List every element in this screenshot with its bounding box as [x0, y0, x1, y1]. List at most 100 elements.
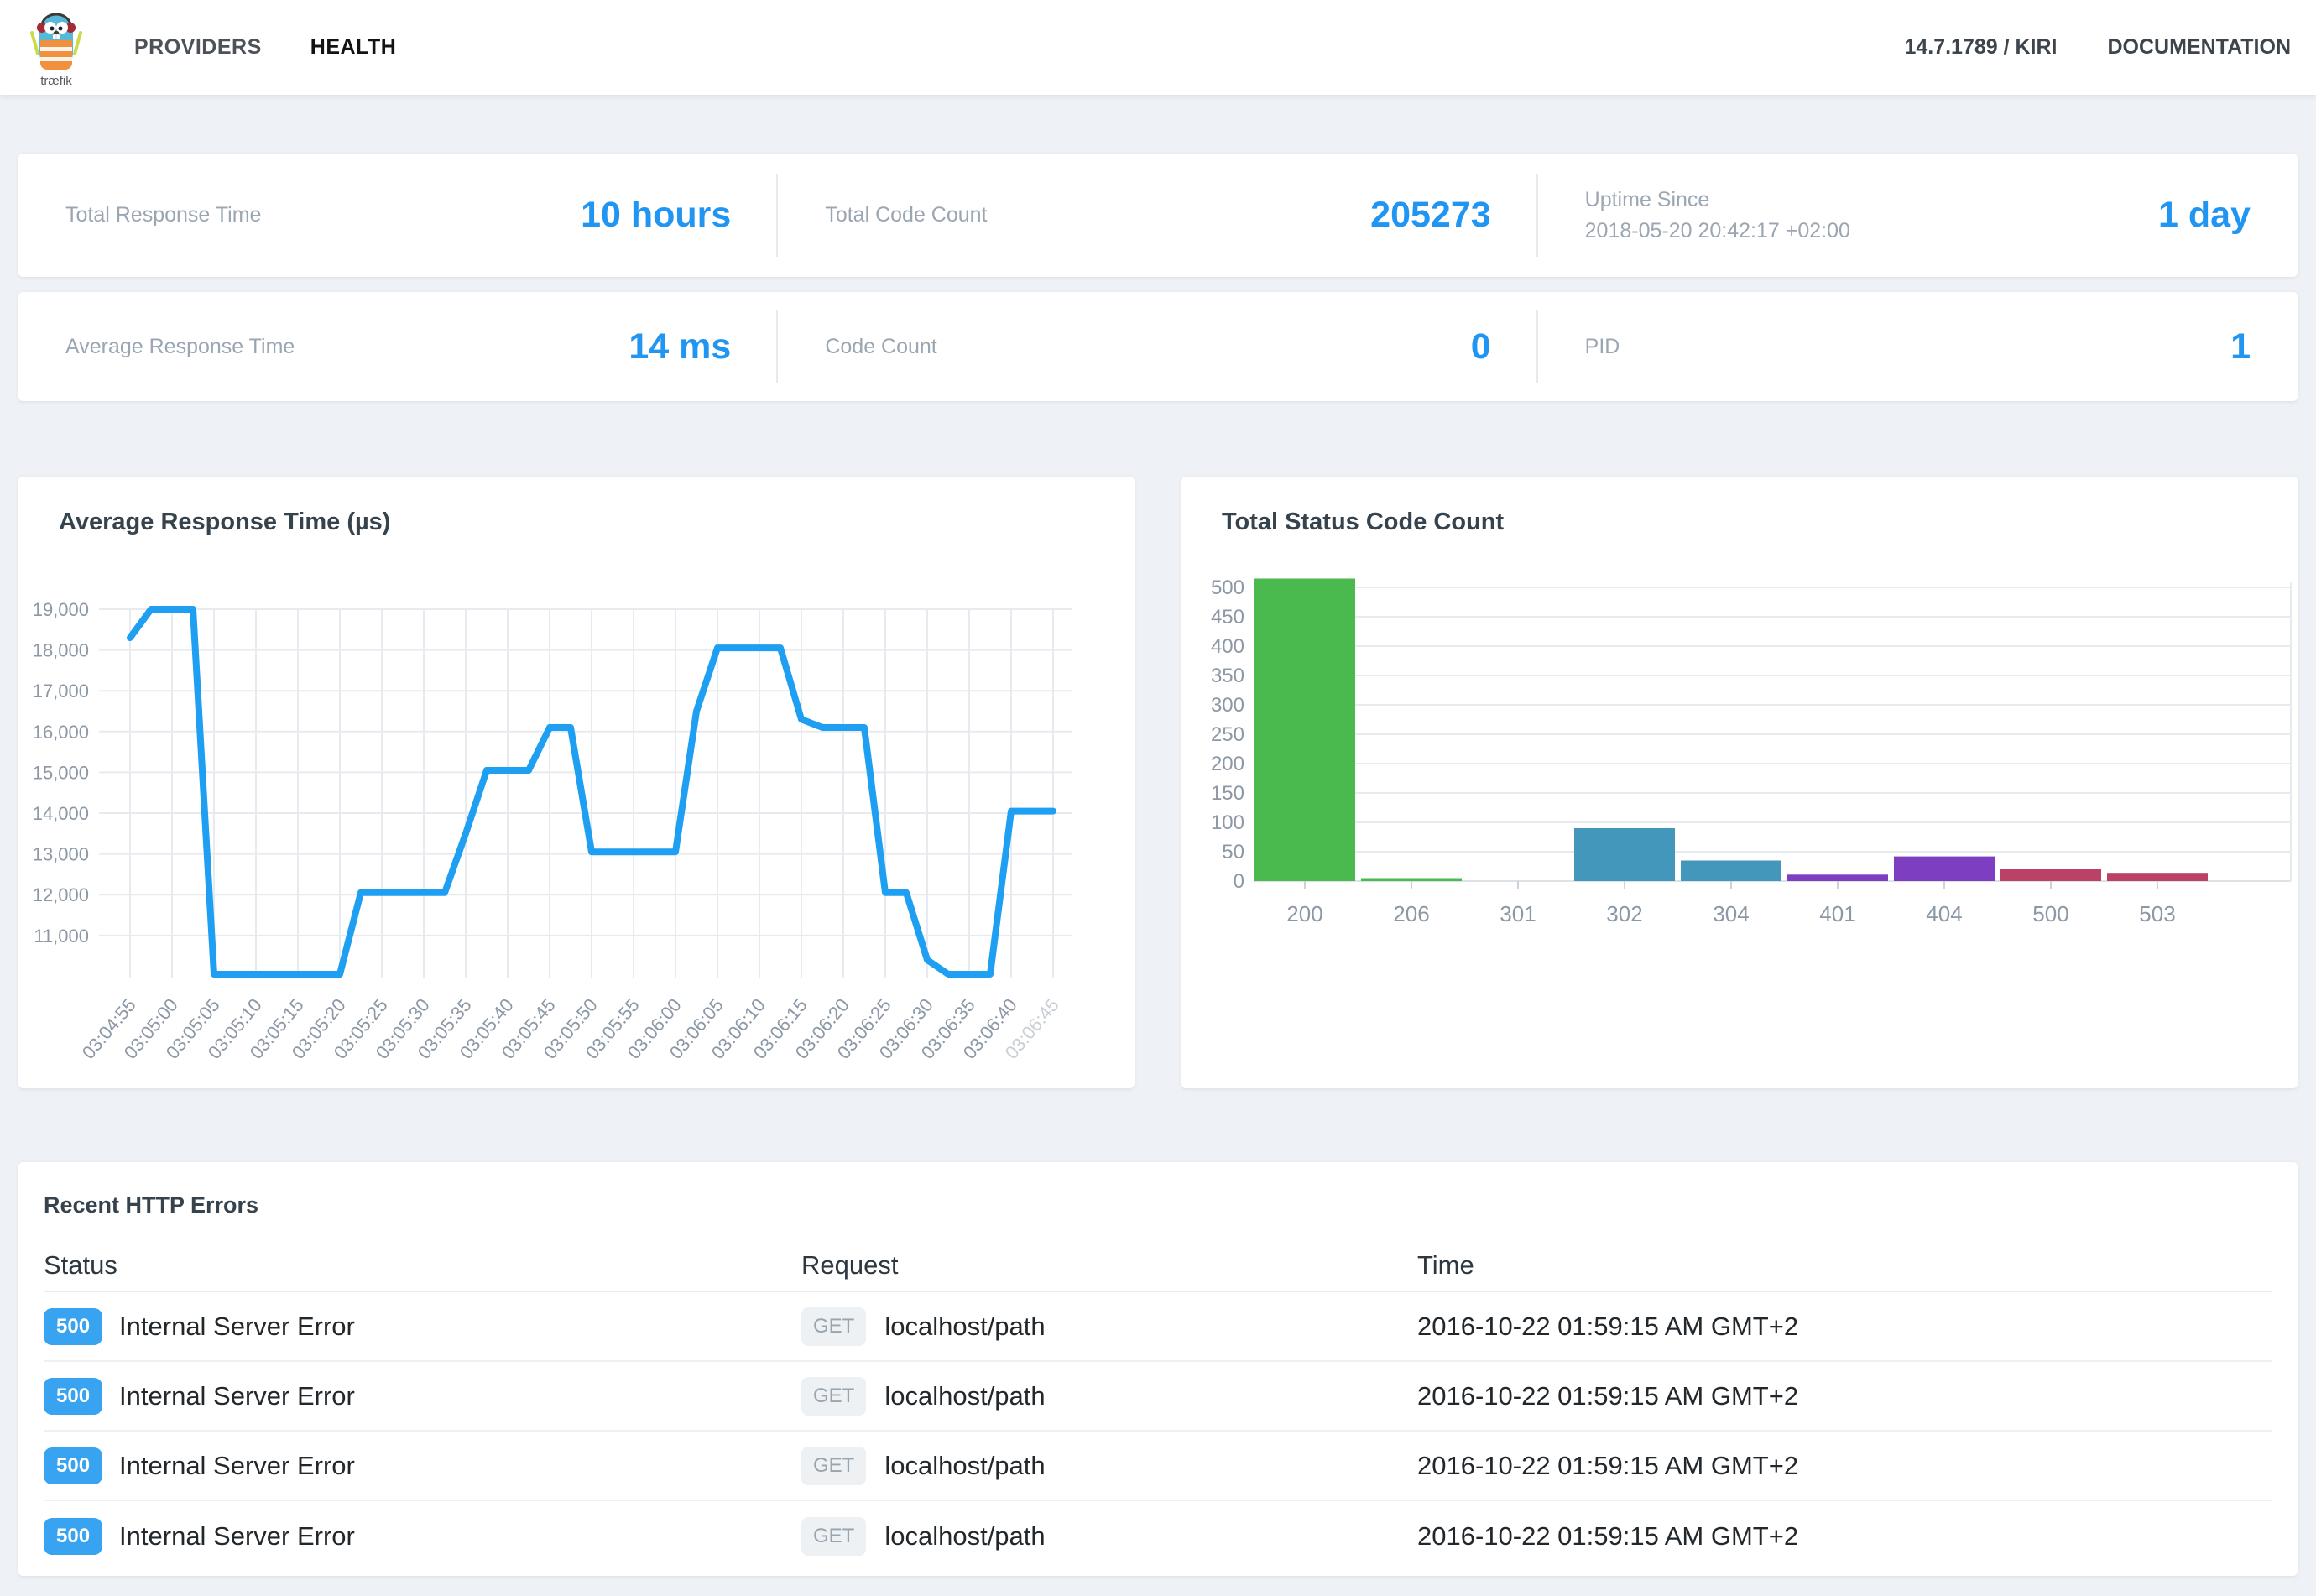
svg-text:11,000: 11,000 [34, 926, 89, 947]
svg-text:19,000: 19,000 [33, 599, 89, 620]
charts-row: 11,00012,00013,00014,00015,00016,00017,0… [18, 477, 2298, 1088]
method-badge: GET [801, 1447, 866, 1485]
stat-label: Total Response Time [65, 200, 261, 230]
time-cell: 2016-10-22 01:59:15 AM GMT+2 [1417, 1381, 2272, 1411]
stat-average-response-time: Average Response Time 14 ms [18, 292, 778, 401]
column-header-status: Status [44, 1250, 801, 1280]
logo-wordmark: træfik [40, 74, 72, 88]
request-cell: GET localhost/path [801, 1307, 1417, 1346]
stat-label: Uptime Since2018-05-20 20:42:17 +02:00 [1585, 185, 1850, 246]
stat-value: 14 ms [629, 326, 731, 368]
request-cell: GET localhost/path [801, 1517, 1417, 1556]
svg-text:503: 503 [2139, 901, 2175, 926]
errors-table-header: StatusRequestTime [44, 1240, 2272, 1292]
status-badge: 500 [44, 1518, 102, 1555]
table-row: 500Internal Server ErrorGET localhost/pat… [44, 1362, 2272, 1432]
status-cell: 500 Internal Server Error [44, 1447, 801, 1484]
method-badge: GET [801, 1517, 866, 1556]
version-label: 14.7.1789 / KIRI [1904, 35, 2057, 60]
line-chart-title: Average Response Time (µs) [59, 509, 390, 536]
request-cell: GET localhost/path [801, 1377, 1417, 1416]
documentation-link[interactable]: DOCUMENTATION [2108, 35, 2292, 60]
request-path: localhost/path [884, 1381, 1045, 1411]
nav-link-health[interactable]: HEALTH [310, 35, 397, 59]
method-badge: GET [801, 1307, 866, 1346]
svg-text:14,000: 14,000 [33, 803, 89, 824]
errors-table-title: Recent HTTP Errors [44, 1162, 2272, 1218]
status-cell: 500 Internal Server Error [44, 1308, 801, 1345]
svg-text:304: 304 [1713, 901, 1749, 926]
stat-label: Code Count [825, 331, 936, 362]
stat-total-response-time: Total Response Time 10 hours [18, 154, 778, 277]
stat-value: 10 hours [581, 195, 731, 236]
table-row: 500 Internal Server Error GET localhost/pat… [44, 1432, 2272, 1501]
method-badge: GET [801, 1377, 866, 1416]
stat-value: 1 day [2158, 195, 2251, 236]
stat-code-count: Code Count 0 [778, 292, 1537, 401]
table-row: 500 Internal Server Error GET localhost/pat… [44, 1501, 2272, 1571]
status-text: Internal Server Error [119, 1312, 355, 1342]
navbar: træfik PROVIDERS HEALTH 14.7.1789 / KIRI … [0, 0, 2316, 95]
stat-value: 1 [2230, 326, 2251, 368]
status-text: Internal Server Error [119, 1451, 355, 1481]
http-errors-card: Recent HTTP Errors StatusRequestTime500I… [18, 1162, 2298, 1576]
request-path: localhost/path [884, 1521, 1045, 1552]
svg-text:300: 300 [1211, 694, 1244, 717]
svg-text:16,000: 16,000 [33, 722, 89, 743]
svg-text:100: 100 [1211, 811, 1244, 834]
time-cell: 2016-10-22 01:59:15 AM GMT+2 [1417, 1312, 2272, 1342]
svg-text:17,000: 17,000 [33, 681, 89, 702]
response-time-chart-card: 11,00012,00013,00014,00015,00016,00017,0… [18, 477, 1135, 1088]
traefik-gopher-icon [30, 10, 82, 76]
stat-value: 0 [1471, 326, 1491, 368]
traefik-logo[interactable]: træfik [30, 10, 82, 88]
svg-text:18,000: 18,000 [33, 640, 89, 661]
nav-link-providers[interactable]: PROVIDERS [134, 35, 262, 59]
time-cell: 2016-10-22 01:59:15 AM GMT+2 [1417, 1451, 2272, 1481]
stat-label: Average Response Time [65, 331, 295, 362]
main-nav: PROVIDERS HEALTH [134, 35, 445, 60]
status-badge: 500 [44, 1447, 102, 1484]
stat-sublabel: 2018-05-20 20:42:17 +02:00 [1585, 216, 1850, 246]
time-cell: 2016-10-22 01:59:15 AM GMT+2 [1417, 1521, 2272, 1552]
response-time-line-chart: 11,00012,00013,00014,00015,00016,00017,0… [18, 477, 1135, 1088]
request-path: localhost/path [884, 1312, 1045, 1342]
stat-total-code-count: Total Code Count 205273 [778, 154, 1537, 277]
column-header-time: Time [1417, 1250, 2272, 1280]
svg-text:250: 250 [1211, 723, 1244, 746]
table-row: 500 Internal Server Error GET localhost/pat… [44, 1292, 2272, 1362]
svg-text:15,000: 15,000 [33, 762, 89, 783]
status-text: Internal Server Error [119, 1521, 355, 1552]
svg-text:0: 0 [1234, 870, 1244, 893]
request-path: localhost/path [884, 1451, 1045, 1481]
stat-label: PID [1585, 331, 1620, 362]
stats-row-2: Average Response Time 14 ms Code Count 0 PID… [18, 292, 2298, 401]
status-text: Internal Server Error [119, 1381, 355, 1411]
svg-text:12,000: 12,000 [33, 884, 89, 905]
svg-text:500: 500 [2032, 901, 2068, 926]
svg-text:400: 400 [1211, 635, 1244, 658]
svg-text:200: 200 [1286, 901, 1322, 926]
svg-text:500: 500 [1211, 576, 1244, 599]
request-cell: GET localhost/path [801, 1447, 1417, 1485]
errors-table: StatusRequestTime500Internal Server Erro… [44, 1240, 2272, 1571]
stat-label: Total Code Count [825, 200, 987, 230]
status-code-bar-chart: 0501001502002503003504004505002002063013… [1181, 477, 2298, 1088]
svg-text:450: 450 [1211, 606, 1244, 628]
svg-text:302: 302 [1606, 901, 1642, 926]
navbar-right: 14.7.1789 / KIRI DOCUMENTATION [1904, 35, 2291, 60]
status-badge: 500 [44, 1308, 102, 1345]
svg-text:301: 301 [1500, 901, 1536, 926]
svg-text:404: 404 [1926, 901, 1962, 926]
status-cell: 500 Internal Server Error [44, 1518, 801, 1555]
svg-text:401: 401 [1819, 901, 1855, 926]
svg-text:200: 200 [1211, 753, 1244, 775]
svg-text:206: 206 [1393, 901, 1429, 926]
bar-chart-title: Total Status Code Count [1222, 509, 1504, 536]
stats-row-1: Total Response Time 10 hours Total Code Co… [18, 154, 2298, 277]
stat-value: 205273 [1370, 195, 1491, 236]
status-cell: 500Internal Server Error [44, 1378, 801, 1415]
stat-pid: PID 1 [1538, 292, 2298, 401]
column-header-request: Request [801, 1250, 1417, 1280]
stat-uptime-since: Uptime Since2018-05-20 20:42:17 +02:00 1 … [1538, 154, 2298, 277]
